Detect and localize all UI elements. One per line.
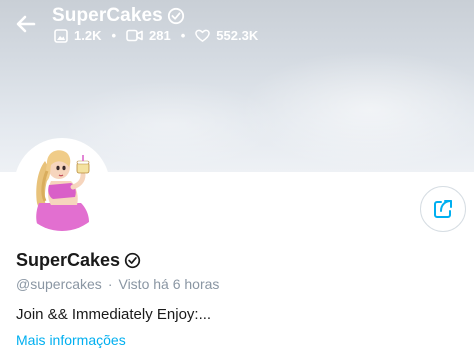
like-count: 552.3K (195, 28, 258, 43)
profile-meta: @supercakes · Visto há 6 horas (16, 276, 219, 292)
header-stats: 1.2K • 281 • 552.3K (54, 28, 258, 43)
photo-count-value: 1.2K (74, 28, 102, 43)
share-button[interactable] (420, 186, 466, 232)
video-count-value: 281 (149, 28, 171, 43)
more-info-link[interactable]: Mais informações (16, 332, 126, 348)
verified-badge-icon (124, 252, 141, 269)
share-icon (434, 200, 452, 218)
separator-dot: · (107, 276, 113, 292)
video-icon (126, 29, 143, 42)
last-seen-label: Visto (118, 276, 150, 292)
avatar-illustration (17, 141, 107, 231)
back-button[interactable] (12, 10, 40, 38)
banner-decoration (240, 50, 474, 170)
like-count-value: 552.3K (216, 28, 259, 43)
verified-badge-icon (167, 7, 184, 25)
separator-dot: • (180, 28, 186, 43)
heart-icon (195, 29, 211, 42)
photo-count: 1.2K (54, 28, 101, 43)
image-icon (54, 28, 68, 43)
last-seen-time: há 6 horas (153, 276, 220, 292)
profile-display-name: SuperCakes (16, 250, 141, 271)
header-title: SuperCakes (52, 5, 185, 27)
header-name: SuperCakes (52, 5, 163, 26)
avatar[interactable] (14, 138, 110, 234)
arrow-left-icon (16, 15, 36, 33)
video-count: 281 (126, 28, 171, 43)
display-name-text: SuperCakes (16, 250, 121, 270)
profile-bio: Join && Immediately Enjoy:... (16, 306, 212, 323)
profile-handle: @supercakes (16, 276, 102, 292)
separator-dot: • (111, 28, 117, 43)
